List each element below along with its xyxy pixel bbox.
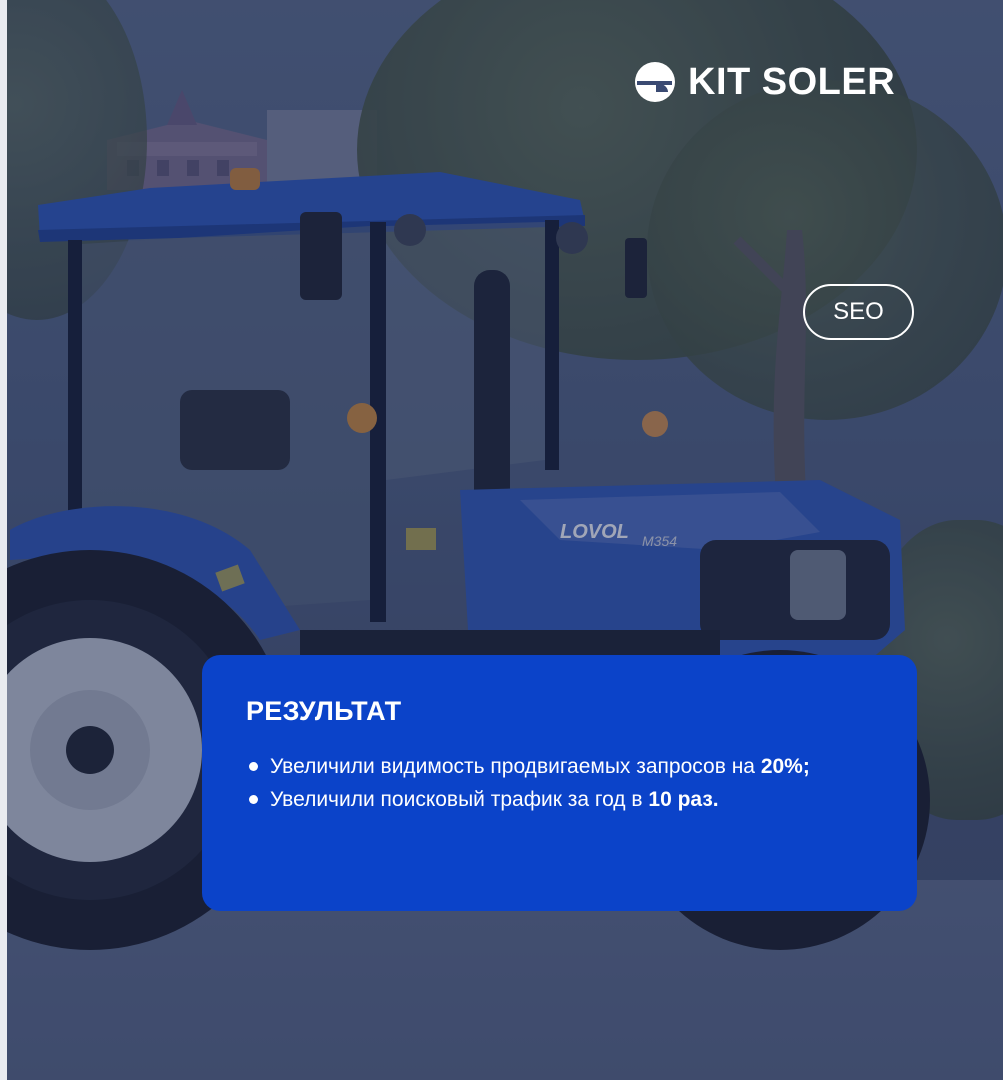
brand-name: KIT SOLER (688, 61, 896, 103)
result-card: РЕЗУЛЬТАТ Увеличили видимость продвигаем… (202, 655, 917, 911)
list-item: Увеличили видимость продвигаемых запросо… (246, 751, 873, 782)
case-study-slide: LOVOL M354 KIT SOLER SEO РЕЗУЛЬТАТ Увели… (0, 0, 1003, 1080)
kit-soler-logo-icon (635, 62, 675, 102)
bullet-icon (249, 795, 258, 804)
photo-tint-overlay (7, 0, 1003, 1080)
bullet-icon (249, 762, 258, 771)
result-item-text: Увеличили поисковый трафик за год в (270, 788, 649, 811)
result-item-text: Увеличили видимость продвигаемых запросо… (270, 755, 761, 778)
seo-tag: SEO (803, 284, 914, 340)
left-edge-border (0, 0, 7, 1080)
result-list: Увеличили видимость продвигаемых запросо… (246, 751, 873, 815)
list-item: Увеличили поисковый трафик за год в 10 р… (246, 784, 873, 815)
brand-logo: KIT SOLER (634, 60, 895, 104)
result-item-highlight: 10 раз. (648, 788, 719, 811)
result-title: РЕЗУЛЬТАТ (246, 696, 402, 726)
result-item-highlight: 20%; (760, 755, 810, 778)
